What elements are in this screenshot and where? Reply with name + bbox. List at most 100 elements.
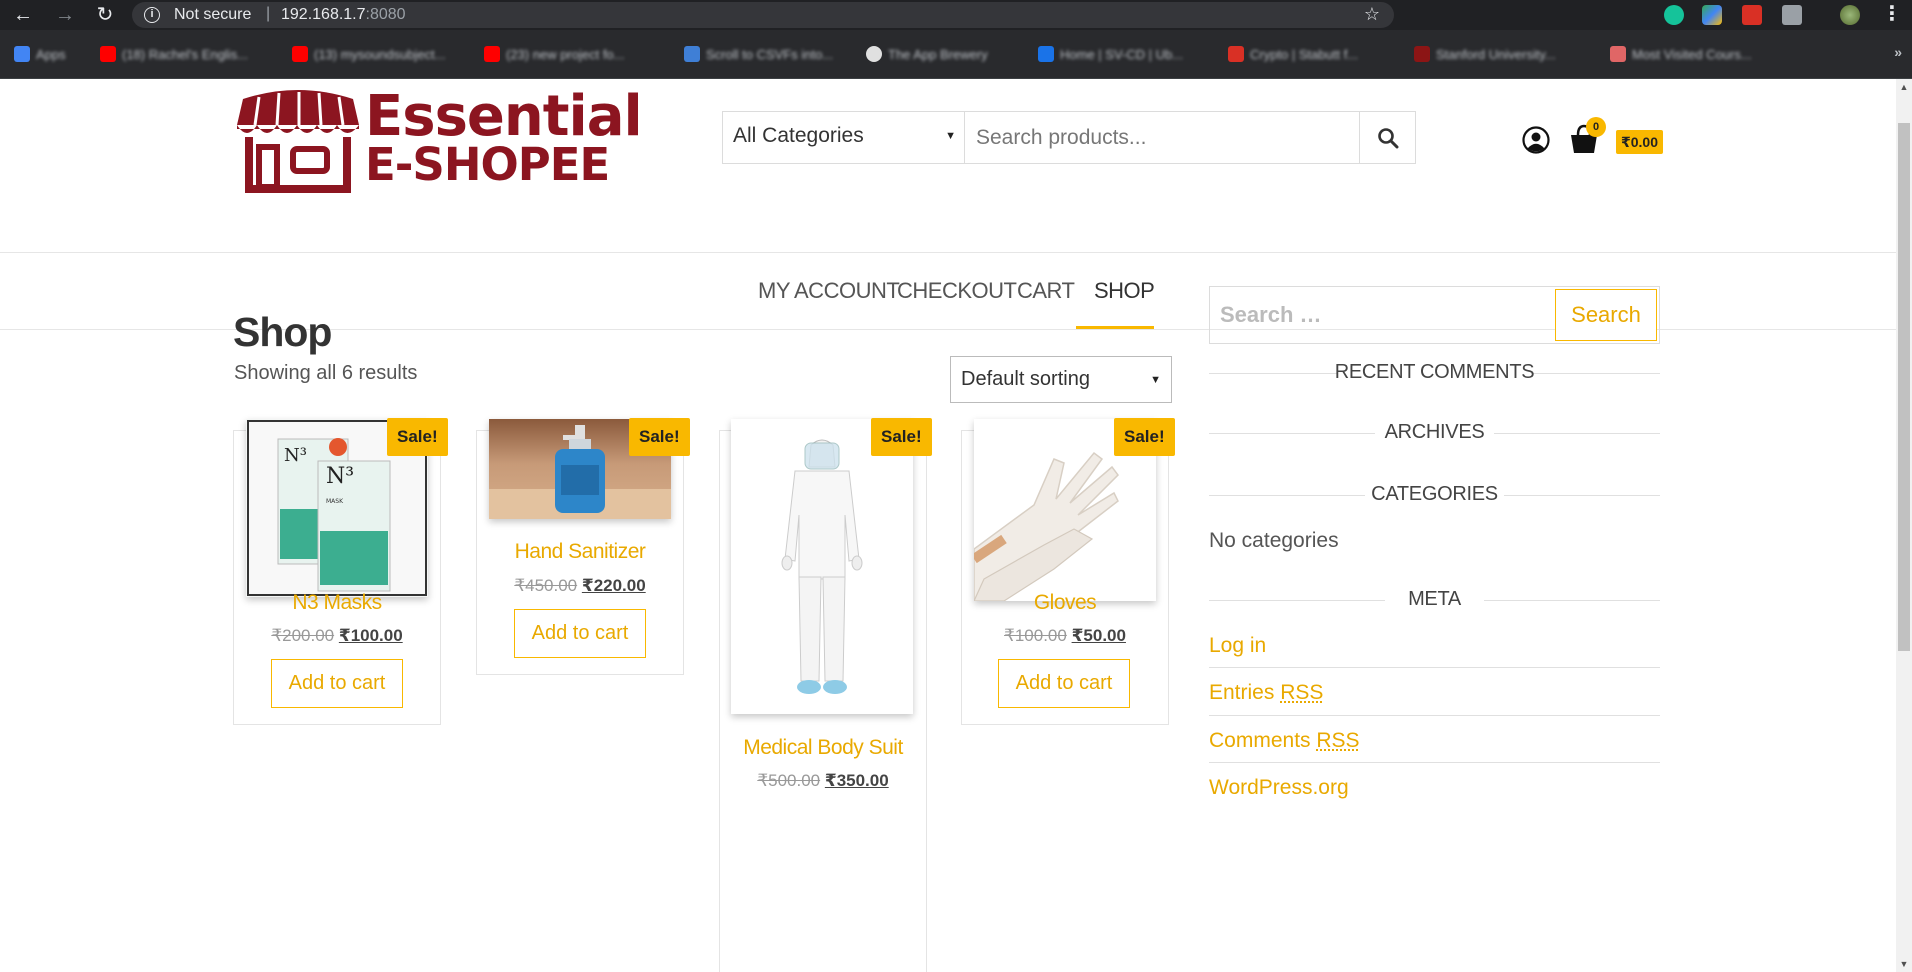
- product-name[interactable]: Gloves: [961, 591, 1169, 615]
- product-price: ₹500.00 ₹350.00: [719, 771, 927, 791]
- bookmark-item[interactable]: Home | SV-CD | Ub...: [1038, 43, 1183, 65]
- caret-down-icon: ▼: [1150, 374, 1161, 386]
- product-search-button[interactable]: [1359, 112, 1415, 163]
- meta-wordpress-link[interactable]: WordPress.org: [1209, 776, 1349, 800]
- meta-entries-rss-link[interactable]: Entries RSS: [1209, 681, 1323, 705]
- sale-badge: Sale!: [1114, 418, 1175, 456]
- extension-icon[interactable]: [1702, 5, 1722, 25]
- product-search-input[interactable]: [966, 112, 1364, 163]
- page-title: Shop: [233, 309, 332, 355]
- nav-my-account[interactable]: MY ACCOUNT: [758, 278, 900, 304]
- nav-shop[interactable]: SHOP: [1094, 278, 1155, 304]
- bookmark-label: The App Brewery: [888, 46, 988, 62]
- bookmark-star-icon[interactable]: ☆: [1364, 4, 1380, 25]
- youtube-icon: [100, 46, 116, 62]
- sort-select[interactable]: Default sorting ▼: [950, 356, 1172, 403]
- apps-icon: [14, 46, 30, 62]
- more-bookmarks-icon[interactable]: »: [1894, 44, 1902, 60]
- pocket-extension-icon[interactable]: [1742, 5, 1762, 25]
- product-image[interactable]: [731, 419, 913, 714]
- product-price: ₹100.00 ₹50.00: [961, 626, 1169, 646]
- page-scrollbar[interactable]: ▲ ▼: [1896, 79, 1912, 972]
- sidebar-search-button[interactable]: Search: [1555, 289, 1657, 341]
- forward-icon[interactable]: →: [54, 4, 76, 26]
- widget-title: ARCHIVES: [1384, 421, 1485, 443]
- bookmark-item[interactable]: The App Brewery: [866, 43, 988, 65]
- bookmark-label: Apps: [36, 46, 66, 62]
- profile-avatar[interactable]: [1840, 5, 1860, 25]
- scrollbar-thumb[interactable]: [1898, 123, 1910, 651]
- sale-badge: Sale!: [871, 418, 932, 456]
- add-to-cart-button[interactable]: Add to cart: [998, 659, 1130, 708]
- bookmark-item[interactable]: Apps: [14, 43, 66, 65]
- bookmark-item[interactable]: (18) Rachel's Englis...: [100, 43, 248, 65]
- svg-text:N³: N³: [326, 464, 354, 489]
- bookmark-item[interactable]: Most Visited Cours...: [1610, 43, 1752, 65]
- user-account-icon[interactable]: [1522, 126, 1550, 154]
- bookmark-item[interactable]: (13) mysoundsubject...: [292, 43, 446, 65]
- sale-badge: Sale!: [387, 418, 448, 456]
- site-logo[interactable]: Essential E-SHOPEE: [233, 85, 643, 195]
- widget-meta: META: [1209, 586, 1660, 616]
- browser-toolbar: ← → ↻ i Not secure | 192.168.1.7:8080 ☆ …: [0, 0, 1912, 30]
- r-extension-icon[interactable]: [1782, 5, 1802, 25]
- nav-checkout[interactable]: CHECKOUT: [897, 278, 1017, 304]
- sale-price: ₹100.00: [338, 626, 403, 645]
- sidebar-search-input[interactable]: [1210, 287, 1555, 343]
- rss-abbr: RSS: [1280, 681, 1324, 704]
- product-name[interactable]: Hand Sanitizer: [476, 540, 684, 564]
- meta-comments-rss-link[interactable]: Comments RSS: [1209, 729, 1360, 753]
- old-price: ₹100.00: [1004, 626, 1067, 645]
- meta-divider: [1209, 715, 1660, 716]
- back-icon[interactable]: ←: [12, 4, 34, 26]
- bookmark-item[interactable]: Scroll to CSVFs into...: [684, 43, 833, 65]
- caret-down-icon: ▼: [945, 130, 956, 142]
- youtube-icon: [292, 46, 308, 62]
- web-page: Essential E-SHOPEE All Categories ▼ 0 ₹0…: [0, 79, 1896, 972]
- sale-price: ₹50.00: [1071, 626, 1126, 645]
- category-select[interactable]: All Categories ▼: [723, 112, 965, 163]
- bookmark-item[interactable]: Stanford University...: [1414, 43, 1556, 65]
- sale-price: ₹350.00: [824, 771, 889, 790]
- widget-categories: CATEGORIES: [1209, 481, 1660, 511]
- product-name[interactable]: N3 Masks: [233, 591, 441, 615]
- meta-login-link[interactable]: Log in: [1209, 634, 1266, 658]
- logo-text-line2: E-SHOPEE: [365, 138, 610, 191]
- scroll-down-icon[interactable]: ▼: [1899, 959, 1909, 969]
- cart-count-badge[interactable]: 0: [1586, 117, 1606, 137]
- nav-cart[interactable]: CART: [1017, 278, 1075, 304]
- url-port: :8080: [365, 6, 406, 23]
- sidebar-search-form: Search: [1209, 286, 1660, 344]
- meta-divider: [1209, 762, 1660, 763]
- add-to-cart-button[interactable]: Add to cart: [514, 609, 646, 658]
- old-price: ₹500.00: [757, 771, 821, 790]
- youtube-icon: [484, 46, 500, 62]
- search-icon: [1378, 128, 1399, 149]
- bookmark-label: (23) new project fo...: [506, 46, 625, 62]
- widget-recent-comments: RECENT COMMENTS: [1209, 359, 1660, 389]
- product-name[interactable]: Medical Body Suit: [719, 736, 927, 760]
- bookmark-item[interactable]: Crypto | Stabutt f...: [1228, 43, 1358, 65]
- svg-text:N³: N³: [284, 445, 307, 466]
- add-to-cart-button[interactable]: Add to cart: [271, 659, 403, 708]
- cart-total[interactable]: ₹0.00: [1616, 130, 1663, 154]
- address-bar[interactable]: i Not secure | 192.168.1.7:8080 ☆: [132, 2, 1394, 28]
- comments-text: Comments: [1209, 729, 1311, 752]
- bookmark-label: Most Visited Cours...: [1632, 46, 1752, 62]
- widget-title: META: [1408, 588, 1461, 610]
- bookmark-label: (18) Rachel's Englis...: [122, 46, 249, 62]
- no-categories-text: No categories: [1209, 529, 1339, 552]
- bookmark-item[interactable]: (23) new project fo...: [484, 43, 625, 65]
- product-price: ₹450.00 ₹220.00: [476, 576, 684, 596]
- address-separator: |: [266, 5, 271, 22]
- scroll-up-icon[interactable]: ▲: [1899, 82, 1909, 92]
- url-text[interactable]: 192.168.1.7:8080: [281, 6, 406, 24]
- security-indicator[interactable]: Not secure: [174, 6, 251, 24]
- bookmark-favicon-icon: [1228, 46, 1244, 62]
- sale-badge: Sale!: [629, 418, 690, 456]
- info-icon[interactable]: i: [144, 7, 160, 23]
- grammarly-extension-icon[interactable]: [1664, 5, 1684, 25]
- reload-icon[interactable]: ↻: [94, 4, 116, 26]
- bookmark-favicon-icon: [684, 46, 700, 62]
- browser-menu-icon[interactable]: ⋮: [1882, 3, 1902, 25]
